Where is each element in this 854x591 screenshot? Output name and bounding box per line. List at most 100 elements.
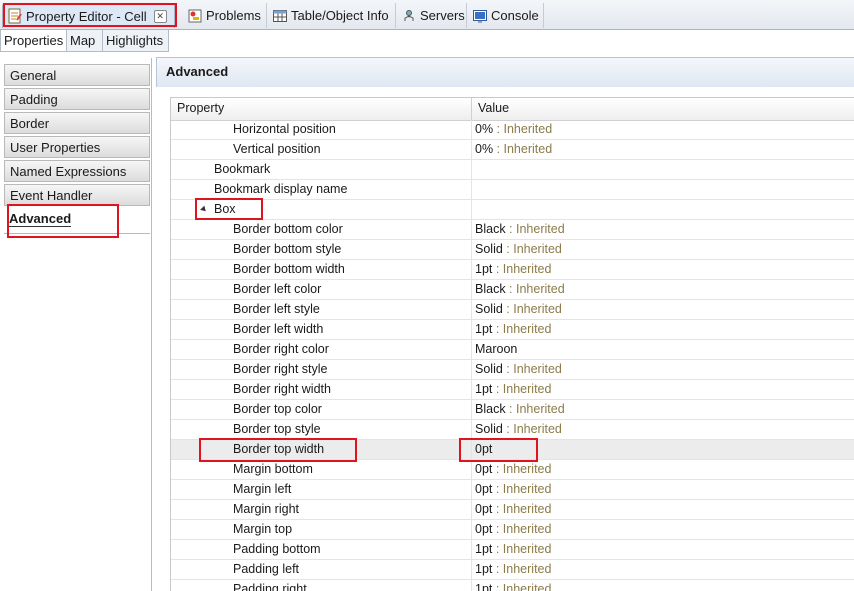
table-row[interactable]: Border left style Solid : Inherited — [171, 300, 854, 320]
property-value[interactable]: 1pt : Inherited — [471, 580, 551, 591]
inherited-label: : Inherited — [492, 522, 552, 536]
table-row[interactable]: Border top color Black : Inherited — [171, 400, 854, 420]
table-row[interactable]: Box — [171, 200, 854, 220]
property-editor-icon — [7, 8, 23, 24]
table-row[interactable]: Border right style Solid : Inherited — [171, 360, 854, 380]
table-row[interactable]: Border left width 1pt : Inherited — [171, 320, 854, 340]
tab-problems[interactable]: Problems — [183, 3, 267, 28]
value-text: Black — [475, 282, 506, 296]
property-value[interactable]: 0pt — [471, 440, 492, 460]
property-value[interactable]: Solid : Inherited — [471, 240, 562, 260]
property-value[interactable]: 0pt : Inherited — [471, 500, 551, 520]
table-row[interactable]: Margin top 0pt : Inherited — [171, 520, 854, 540]
property-sub-tabs: Properties Map Highlights — [0, 30, 854, 82]
servers-icon — [401, 8, 417, 24]
property-value[interactable]: Black : Inherited — [471, 220, 565, 240]
table-row[interactable]: Bookmark display name — [171, 180, 854, 200]
property-value[interactable]: Maroon — [471, 340, 517, 360]
table-row[interactable]: Border right color Maroon — [171, 340, 854, 360]
tab-label: Property Editor - Cell — [26, 8, 147, 24]
expand-triangle-icon[interactable] — [200, 205, 208, 214]
property-value[interactable]: 0pt : Inherited — [471, 460, 551, 480]
property-value[interactable]: Solid : Inherited — [471, 300, 562, 320]
property-value[interactable]: Solid : Inherited — [471, 360, 562, 380]
category-border[interactable]: Border — [4, 112, 150, 134]
category-general[interactable]: General — [4, 64, 150, 86]
table-row[interactable]: Margin bottom 0pt : Inherited — [171, 460, 854, 480]
table-row[interactable]: Border top style Solid : Inherited — [171, 420, 854, 440]
section-title: Advanced — [156, 57, 854, 87]
property-name: Margin left — [233, 482, 292, 496]
table-row[interactable]: Bookmark — [171, 160, 854, 180]
value-text: 1pt — [475, 382, 493, 396]
property-value[interactable]: 1pt : Inherited — [471, 560, 551, 580]
value-text: 0pt — [475, 502, 493, 516]
value-text: 0% — [475, 122, 494, 136]
property-name: Border bottom style — [233, 242, 342, 256]
column-header-property[interactable]: Property — [171, 98, 224, 120]
table-row[interactable]: Padding left 1pt : Inherited — [171, 560, 854, 580]
property-name: Border top width — [233, 442, 325, 456]
table-row[interactable]: Horizontal position 0% : Inherited — [171, 120, 854, 140]
table-row[interactable]: Margin left 0pt : Inherited — [171, 480, 854, 500]
inherited-label: : Inherited — [493, 142, 553, 156]
value-text: 1pt — [475, 322, 493, 336]
inherited-label: : Inherited — [502, 302, 562, 316]
property-name: Vertical position — [233, 142, 321, 156]
property-name: Border left width — [233, 322, 324, 336]
tab-console[interactable]: Console — [468, 3, 544, 28]
property-value[interactable]: Black : Inherited — [471, 400, 565, 420]
value-text: Solid — [475, 242, 503, 256]
table-row[interactable]: Margin right 0pt : Inherited — [171, 500, 854, 520]
property-name: Border top style — [233, 422, 321, 436]
property-value[interactable]: 0pt : Inherited — [471, 520, 551, 540]
table-row[interactable]: Border top width 0pt — [171, 440, 854, 460]
value-text: 1pt — [475, 542, 493, 556]
property-value[interactable]: 1pt : Inherited — [471, 260, 551, 280]
inherited-label: : Inherited — [493, 122, 553, 136]
property-name: Margin right — [233, 502, 299, 516]
value-text: 1pt — [475, 562, 493, 576]
inherited-label: : Inherited — [492, 562, 552, 576]
category-event-handler[interactable]: Event Handler — [4, 184, 150, 206]
column-header-value[interactable]: Value — [471, 98, 509, 120]
category-padding[interactable]: Padding — [4, 88, 150, 110]
table-row[interactable]: Border left color Black : Inherited — [171, 280, 854, 300]
property-name: Padding bottom — [233, 542, 321, 556]
tab-table-object-info[interactable]: Table/Object Info — [268, 3, 396, 28]
property-value[interactable]: 1pt : Inherited — [471, 540, 551, 560]
property-value[interactable]: 0% : Inherited — [471, 120, 552, 140]
category-user-properties[interactable]: User Properties — [4, 136, 150, 158]
property-value[interactable]: 0% : Inherited — [471, 140, 552, 160]
property-name: Border bottom color — [233, 222, 343, 236]
table-row[interactable]: Padding bottom 1pt : Inherited — [171, 540, 854, 560]
property-name: Border bottom width — [233, 262, 345, 276]
tab-highlights[interactable]: Highlights — [103, 30, 169, 52]
property-value[interactable] — [471, 200, 475, 220]
table-row[interactable]: Border right width 1pt : Inherited — [171, 380, 854, 400]
inherited-label: : Inherited — [492, 482, 552, 496]
property-value[interactable]: Black : Inherited — [471, 280, 565, 300]
property-value[interactable]: 0pt : Inherited — [471, 480, 551, 500]
table-row[interactable]: Padding right 1pt : Inherited — [171, 580, 854, 591]
property-value[interactable]: 1pt : Inherited — [471, 380, 551, 400]
category-advanced[interactable]: Advanced — [4, 208, 150, 230]
tab-properties[interactable]: Properties — [0, 30, 67, 52]
table-row[interactable]: Vertical position 0% : Inherited — [171, 140, 854, 160]
tab-property-editor[interactable]: Property Editor - Cell ✕ — [2, 3, 175, 28]
property-name: Border left color — [233, 282, 322, 296]
property-value[interactable]: 1pt : Inherited — [471, 320, 551, 340]
property-value[interactable]: Solid : Inherited — [471, 420, 562, 440]
inherited-label: : Inherited — [492, 502, 552, 516]
tab-map[interactable]: Map — [67, 30, 103, 52]
tab-servers[interactable]: Servers — [397, 3, 467, 28]
category-list: General Padding Border User Properties N… — [0, 58, 152, 591]
table-row[interactable]: Border bottom style Solid : Inherited — [171, 240, 854, 260]
property-value[interactable] — [471, 160, 475, 180]
table-row[interactable]: Border bottom width 1pt : Inherited — [171, 260, 854, 280]
category-named-expressions[interactable]: Named Expressions — [4, 160, 150, 182]
property-value[interactable] — [471, 180, 475, 200]
close-icon[interactable]: ✕ — [153, 9, 167, 23]
property-name: Border right width — [233, 382, 331, 396]
table-row[interactable]: Border bottom color Black : Inherited — [171, 220, 854, 240]
